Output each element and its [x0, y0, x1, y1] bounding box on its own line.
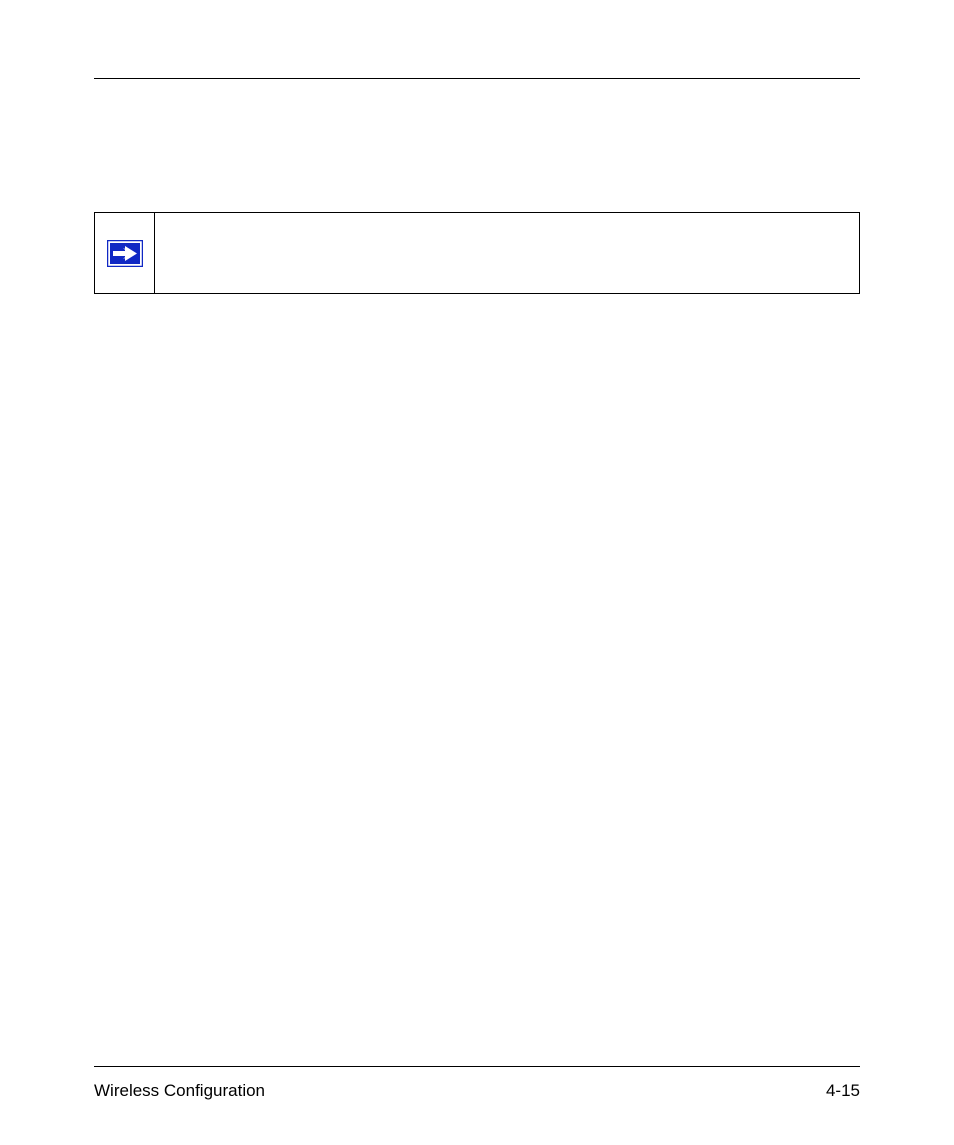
note-callout-box	[94, 212, 860, 294]
note-content	[155, 213, 859, 293]
arrow-right-icon	[107, 240, 143, 267]
footer-page-number: 4-15	[826, 1081, 860, 1101]
bottom-horizontal-rule	[94, 1066, 860, 1067]
page-footer: Wireless Configuration 4-15	[94, 1081, 860, 1101]
document-page: Wireless Configuration 4-15	[0, 0, 954, 1145]
note-icon-cell	[95, 213, 155, 293]
top-horizontal-rule	[94, 78, 860, 79]
footer-section-title: Wireless Configuration	[94, 1081, 265, 1101]
